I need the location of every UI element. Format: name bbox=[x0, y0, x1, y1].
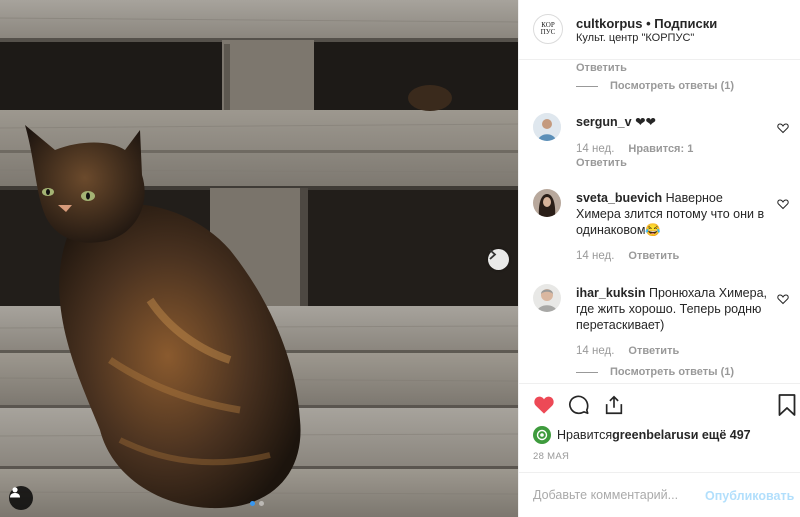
comment-meta: 14 нед. Ответить bbox=[576, 345, 679, 357]
comment-meta: 14 нед. Ответить bbox=[576, 250, 679, 262]
like-comment-icon[interactable] bbox=[777, 198, 789, 210]
comment-timestamp: 14 нед. bbox=[576, 143, 615, 155]
avatar[interactable] bbox=[533, 113, 561, 141]
reply-button[interactable]: Ответить bbox=[576, 157, 627, 169]
divider bbox=[576, 85, 598, 87]
avatar[interactable] bbox=[533, 426, 551, 444]
avatar[interactable]: КОР ПУС bbox=[533, 14, 563, 44]
comments-list[interactable]: Ответить Посмотреть ответы (1) sergun_v … bbox=[519, 60, 800, 383]
avatar-image bbox=[533, 284, 561, 312]
post-photo[interactable] bbox=[0, 0, 518, 517]
comment-meta: 14 нед. Нравится: 1 bbox=[576, 143, 693, 155]
comment-timestamp: 14 нед. bbox=[576, 345, 615, 357]
like-comment-icon[interactable] bbox=[777, 122, 789, 134]
reply-button[interactable]: Ответить bbox=[628, 250, 679, 262]
divider bbox=[576, 371, 598, 373]
chevron-right-icon bbox=[489, 249, 497, 260]
comment-text: sergun_v ❤❤ bbox=[576, 114, 771, 130]
post-header: КОР ПУС cultkorpus • Подписки Культ. цен… bbox=[519, 0, 800, 60]
post-side-panel: КОР ПУС cultkorpus • Подписки Культ. цен… bbox=[518, 0, 800, 517]
comment-body: ❤❤ bbox=[631, 115, 657, 129]
avatar[interactable] bbox=[533, 284, 561, 312]
carousel-dot-2 bbox=[259, 501, 264, 506]
next-photo-button[interactable] bbox=[488, 249, 509, 270]
user-icon bbox=[10, 487, 20, 498]
bookmark-icon[interactable] bbox=[778, 394, 796, 416]
view-replies-label: Посмотреть ответы (1) bbox=[610, 80, 735, 92]
comment-username[interactable]: sveta_buevich bbox=[576, 191, 662, 205]
comment-username[interactable]: sergun_v bbox=[576, 115, 632, 129]
comment-timestamp: 14 нед. bbox=[576, 250, 615, 262]
heart-icon[interactable] bbox=[533, 394, 555, 415]
share-icon[interactable] bbox=[603, 394, 625, 416]
comment-likes-count[interactable]: Нравится: 1 bbox=[628, 143, 693, 155]
view-replies-label: Посмотреть ответы (1) bbox=[610, 366, 735, 378]
avatar-image bbox=[533, 189, 561, 217]
post-actions: Нравится greenbelarus и ещё 497 28 МАЯ О… bbox=[519, 383, 800, 517]
reply-button[interactable]: Ответить bbox=[576, 62, 627, 74]
comment-text: ihar_kuksin Пронюхала Химера, где жить х… bbox=[576, 285, 771, 333]
avatar-image bbox=[533, 113, 561, 141]
comment-input[interactable] bbox=[533, 488, 698, 502]
add-comment-bar: Опубликовать bbox=[519, 472, 800, 517]
tagged-users-button[interactable] bbox=[9, 486, 33, 510]
header-title-line: cultkorpus • Подписки bbox=[576, 16, 717, 31]
likes-summary[interactable]: Нравится greenbelarus и ещё 497 bbox=[533, 426, 751, 444]
leaf-icon bbox=[536, 429, 548, 441]
carousel-dot-1 bbox=[250, 501, 255, 506]
cat-photo-image bbox=[0, 0, 518, 517]
follow-status-button[interactable]: Подписки bbox=[654, 16, 717, 31]
like-comment-icon[interactable] bbox=[777, 293, 789, 305]
comment-icon[interactable] bbox=[568, 394, 590, 416]
username-link[interactable]: cultkorpus bbox=[576, 16, 642, 31]
comment-text: sveta_buevich Наверное Химера злится пот… bbox=[576, 190, 771, 238]
comment-username[interactable]: ihar_kuksin bbox=[576, 286, 645, 300]
likes-count[interactable]: и ещё 497 bbox=[691, 428, 751, 442]
likes-prefix: Нравится bbox=[557, 428, 613, 442]
carousel-indicator bbox=[250, 501, 264, 506]
separator: • bbox=[642, 16, 655, 31]
likes-user[interactable]: greenbelarus bbox=[612, 428, 691, 442]
reply-button[interactable]: Ответить bbox=[628, 345, 679, 357]
publish-button[interactable]: Опубликовать bbox=[705, 489, 794, 503]
logo-text: КОР ПУС bbox=[540, 21, 556, 36]
avatar[interactable] bbox=[533, 189, 561, 217]
view-replies-button[interactable]: Посмотреть ответы (1) bbox=[576, 80, 734, 92]
view-replies-button[interactable]: Посмотреть ответы (1) bbox=[576, 366, 734, 378]
location-link[interactable]: Культ. центр "КОРПУС" bbox=[576, 32, 694, 44]
post-date: 28 МАЯ bbox=[533, 451, 570, 462]
